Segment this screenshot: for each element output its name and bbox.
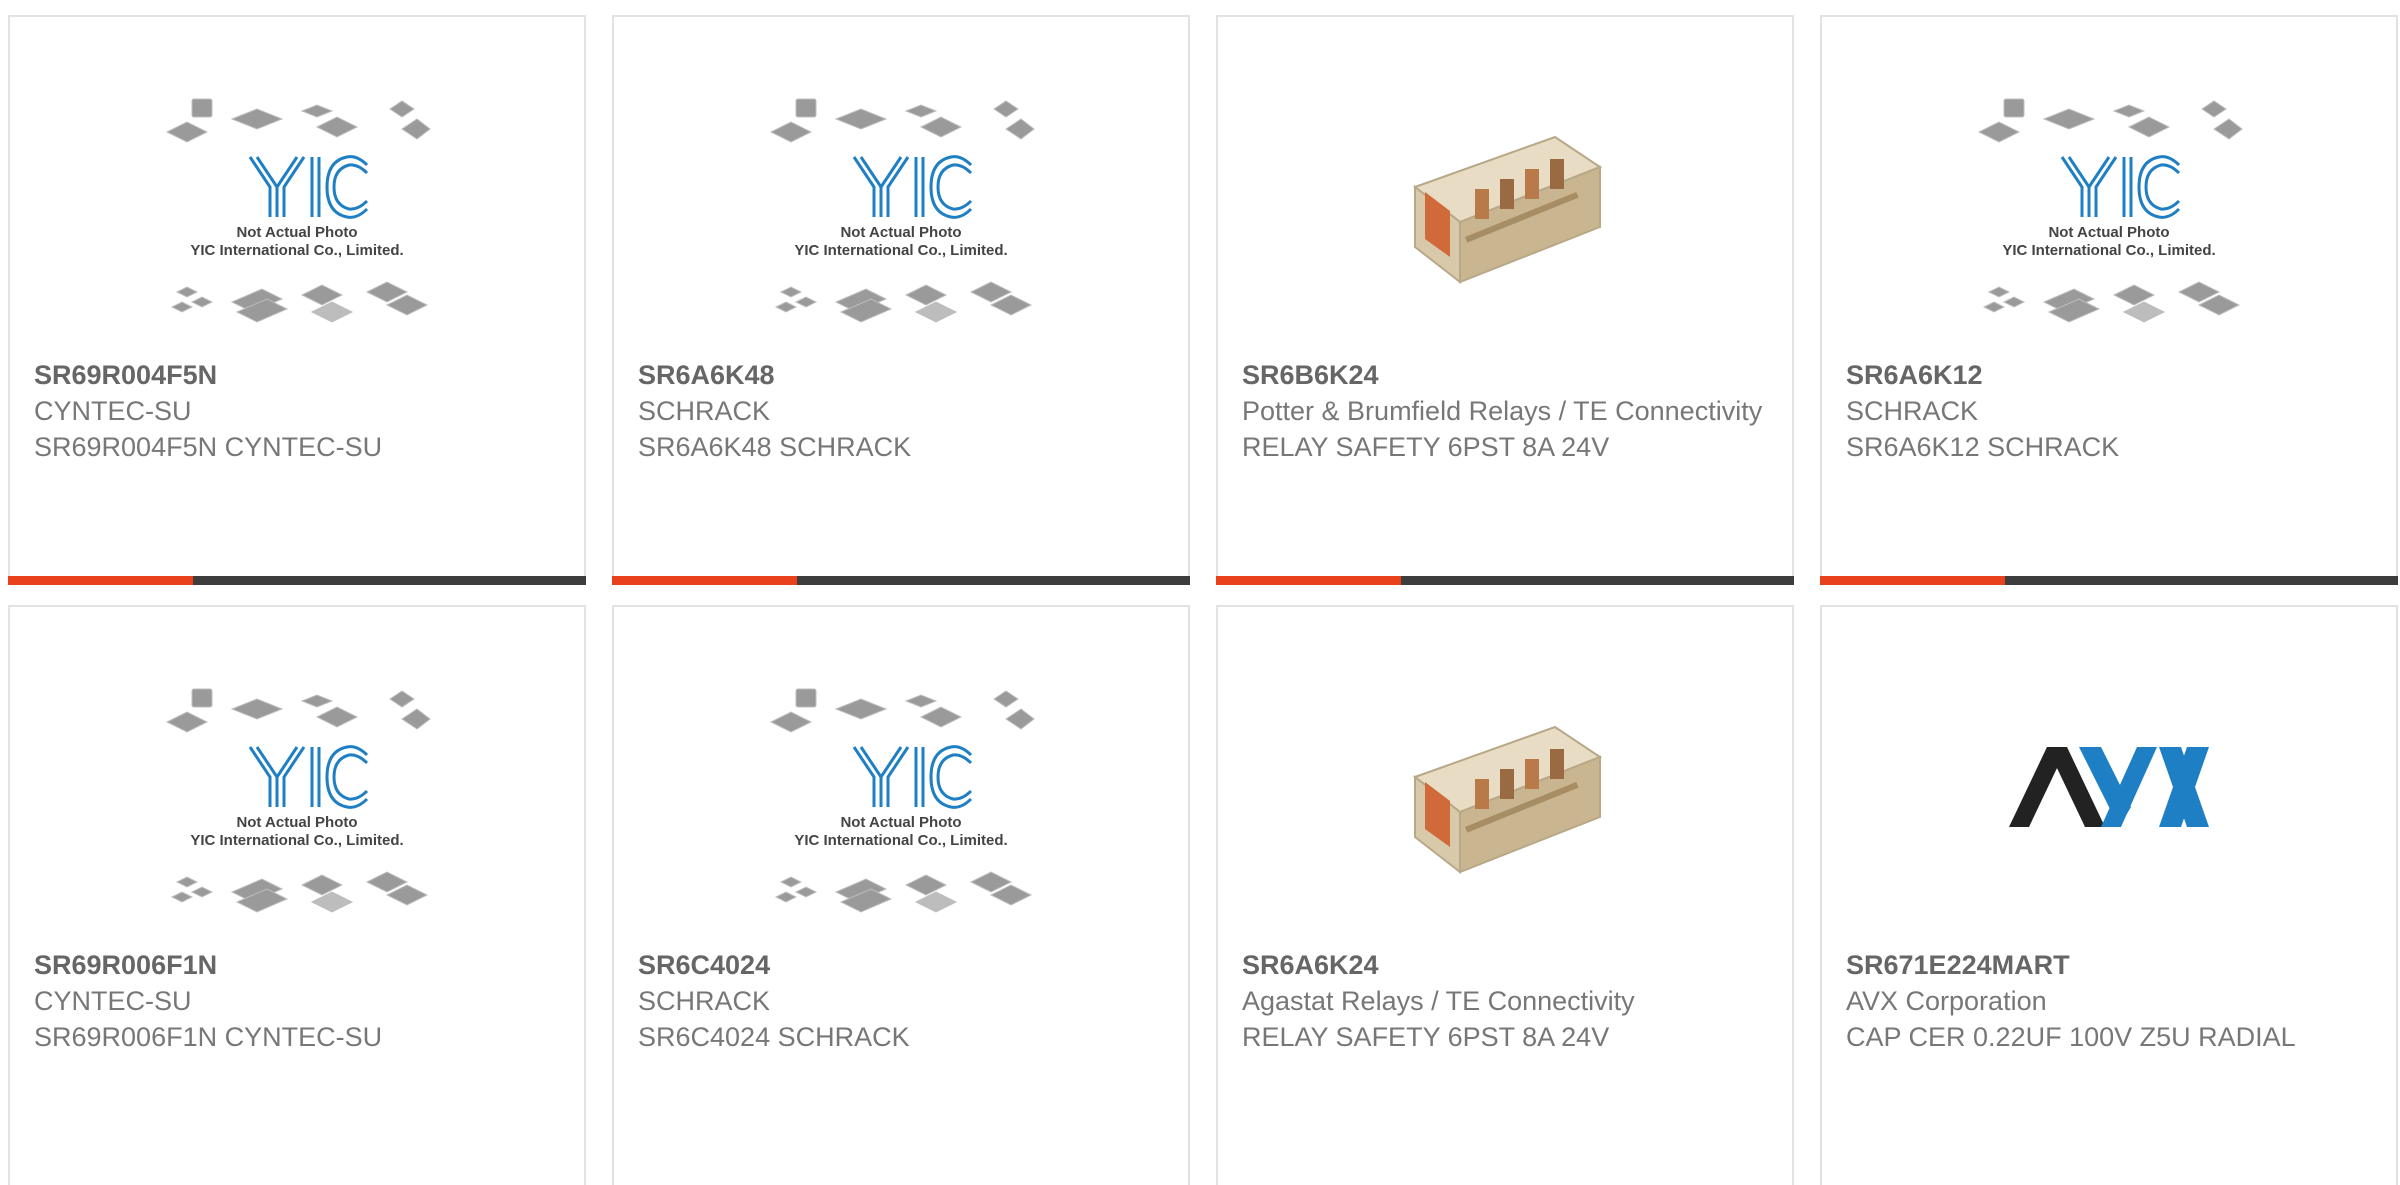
product-info: SR69R004F5N CYNTEC-SU SR69R004F5N CYNTEC-S… [34, 357, 564, 465]
part-number-link[interactable]: SR69R006F1N [34, 947, 564, 983]
description-label: CAP CER 0.22UF 100V Z5U RADIAL [1846, 1022, 2296, 1052]
part-number-link[interactable]: SR6C4024 [638, 947, 1168, 983]
yic-logo-icon [248, 155, 369, 219]
part-number-link[interactable]: SR6B6K24 [1242, 357, 1772, 393]
placeholder-line-2: YIC International Co., Limited. [794, 242, 1007, 259]
relay-product-photo [1405, 697, 1605, 957]
card-progress-fill [8, 576, 193, 585]
description-label: RELAY SAFETY 6PST 8A 24V [1242, 1022, 1610, 1052]
placeholder-line-1: Not Actual Photo [840, 814, 961, 831]
description-label: SR69R004F5N CYNTEC-SU [34, 432, 383, 462]
placeholder-line-2: YIC International Co., Limited. [794, 832, 1007, 849]
product-thumbnail[interactable] [1218, 697, 1792, 957]
product-thumbnail[interactable] [1822, 687, 2396, 947]
placeholder-line-1: Not Actual Photo [840, 224, 961, 241]
manufacturer-label: SCHRACK [638, 396, 771, 426]
description-label: SR69R006F1N CYNTEC-SU [34, 1022, 383, 1052]
card-progress-bar [1216, 576, 1794, 585]
product-info: SR69R006F1N CYNTEC-SU SR69R006F1N CYNTEC-S… [34, 947, 564, 1055]
product-placeholder-image: Not Actual Photo YIC International Co., … [766, 687, 1036, 947]
product-info: SR6A6K24 Agastat Relays / TE Connectivity… [1242, 947, 1772, 1055]
card-progress-fill [1820, 576, 2005, 585]
description-label: SR6A6K12 SCHRACK [1846, 432, 2120, 462]
product-card[interactable]: Not Actual Photo YIC International Co., … [612, 15, 1190, 585]
product-card[interactable]: SR671E224MART AVX Corporation CAP CER 0.22… [1820, 605, 2398, 1185]
product-placeholder-image: Not Actual Photo YIC International Co., … [766, 97, 1036, 357]
yic-logo-icon [248, 745, 369, 809]
card-progress-bar [1820, 576, 2398, 585]
avx-logo-icon [1999, 687, 2219, 947]
part-number-link[interactable]: SR6A6K12 [1846, 357, 2376, 393]
product-info: SR6B6K24 Potter & Brumfield Relays / TE C… [1242, 357, 1772, 465]
description-label: RELAY SAFETY 6PST 8A 24V [1242, 432, 1610, 462]
manufacturer-label: AVX Corporation [1846, 986, 2047, 1016]
product-placeholder-image: Not Actual Photo YIC International Co., … [1974, 97, 2244, 357]
placeholder-line-1: Not Actual Photo [236, 814, 357, 831]
card-progress-bar [612, 576, 1190, 585]
card-progress-fill [1216, 576, 1401, 585]
placeholder-line-2: YIC International Co., Limited. [190, 832, 403, 849]
product-thumbnail[interactable]: Not Actual Photo YIC International Co., … [10, 687, 584, 947]
manufacturer-label: Potter & Brumfield Relays / TE Connectiv… [1242, 396, 1763, 426]
product-card[interactable]: SR6A6K24 Agastat Relays / TE Connectivity… [1216, 605, 1794, 1185]
placeholder-line-1: Not Actual Photo [236, 224, 357, 241]
product-thumbnail[interactable] [1218, 107, 1792, 367]
placeholder-line-2: YIC International Co., Limited. [2002, 242, 2215, 259]
relay-product-photo [1405, 107, 1605, 367]
manufacturer-label: Agastat Relays / TE Connectivity [1242, 986, 1635, 1016]
product-placeholder-image: Not Actual Photo YIC International Co., … [162, 97, 432, 357]
product-info: SR671E224MART AVX Corporation CAP CER 0.22… [1846, 947, 2376, 1055]
product-info: SR6A6K12 SCHRACK SR6A6K12 SCHRACK [1846, 357, 2376, 465]
part-number-link[interactable]: SR6A6K24 [1242, 947, 1772, 983]
product-thumbnail[interactable]: Not Actual Photo YIC International Co., … [614, 97, 1188, 357]
part-number-link[interactable]: SR6A6K48 [638, 357, 1168, 393]
product-info: SR6C4024 SCHRACK SR6C4024 SCHRACK [638, 947, 1168, 1055]
placeholder-line-1: Not Actual Photo [2048, 224, 2169, 241]
description-label: SR6A6K48 SCHRACK [638, 432, 912, 462]
description-label: SR6C4024 SCHRACK [638, 1022, 910, 1052]
product-thumbnail[interactable]: Not Actual Photo YIC International Co., … [1822, 97, 2396, 357]
product-card[interactable]: Not Actual Photo YIC International Co., … [8, 605, 586, 1185]
yic-logo-icon [2060, 155, 2181, 219]
part-number-link[interactable]: SR69R004F5N [34, 357, 564, 393]
product-card[interactable]: Not Actual Photo YIC International Co., … [1820, 15, 2398, 585]
product-info: SR6A6K48 SCHRACK SR6A6K48 SCHRACK [638, 357, 1168, 465]
product-card[interactable]: SR6B6K24 Potter & Brumfield Relays / TE C… [1216, 15, 1794, 585]
product-thumbnail[interactable]: Not Actual Photo YIC International Co., … [10, 97, 584, 357]
yic-logo-icon [852, 745, 973, 809]
manufacturer-label: SCHRACK [1846, 396, 1979, 426]
card-progress-bar [8, 576, 586, 585]
product-card[interactable]: Not Actual Photo YIC International Co., … [612, 605, 1190, 1185]
manufacturer-label: SCHRACK [638, 986, 771, 1016]
card-progress-fill [612, 576, 797, 585]
manufacturer-label: CYNTEC-SU [34, 986, 192, 1016]
product-card[interactable]: Not Actual Photo YIC International Co., … [8, 15, 586, 585]
product-thumbnail[interactable]: Not Actual Photo YIC International Co., … [614, 687, 1188, 947]
part-number-link[interactable]: SR671E224MART [1846, 947, 2376, 983]
yic-logo-icon [852, 155, 973, 219]
manufacturer-label: CYNTEC-SU [34, 396, 192, 426]
placeholder-line-2: YIC International Co., Limited. [190, 242, 403, 259]
product-placeholder-image: Not Actual Photo YIC International Co., … [162, 687, 432, 947]
product-grid: Not Actual Photo YIC International Co., … [0, 0, 2400, 1185]
